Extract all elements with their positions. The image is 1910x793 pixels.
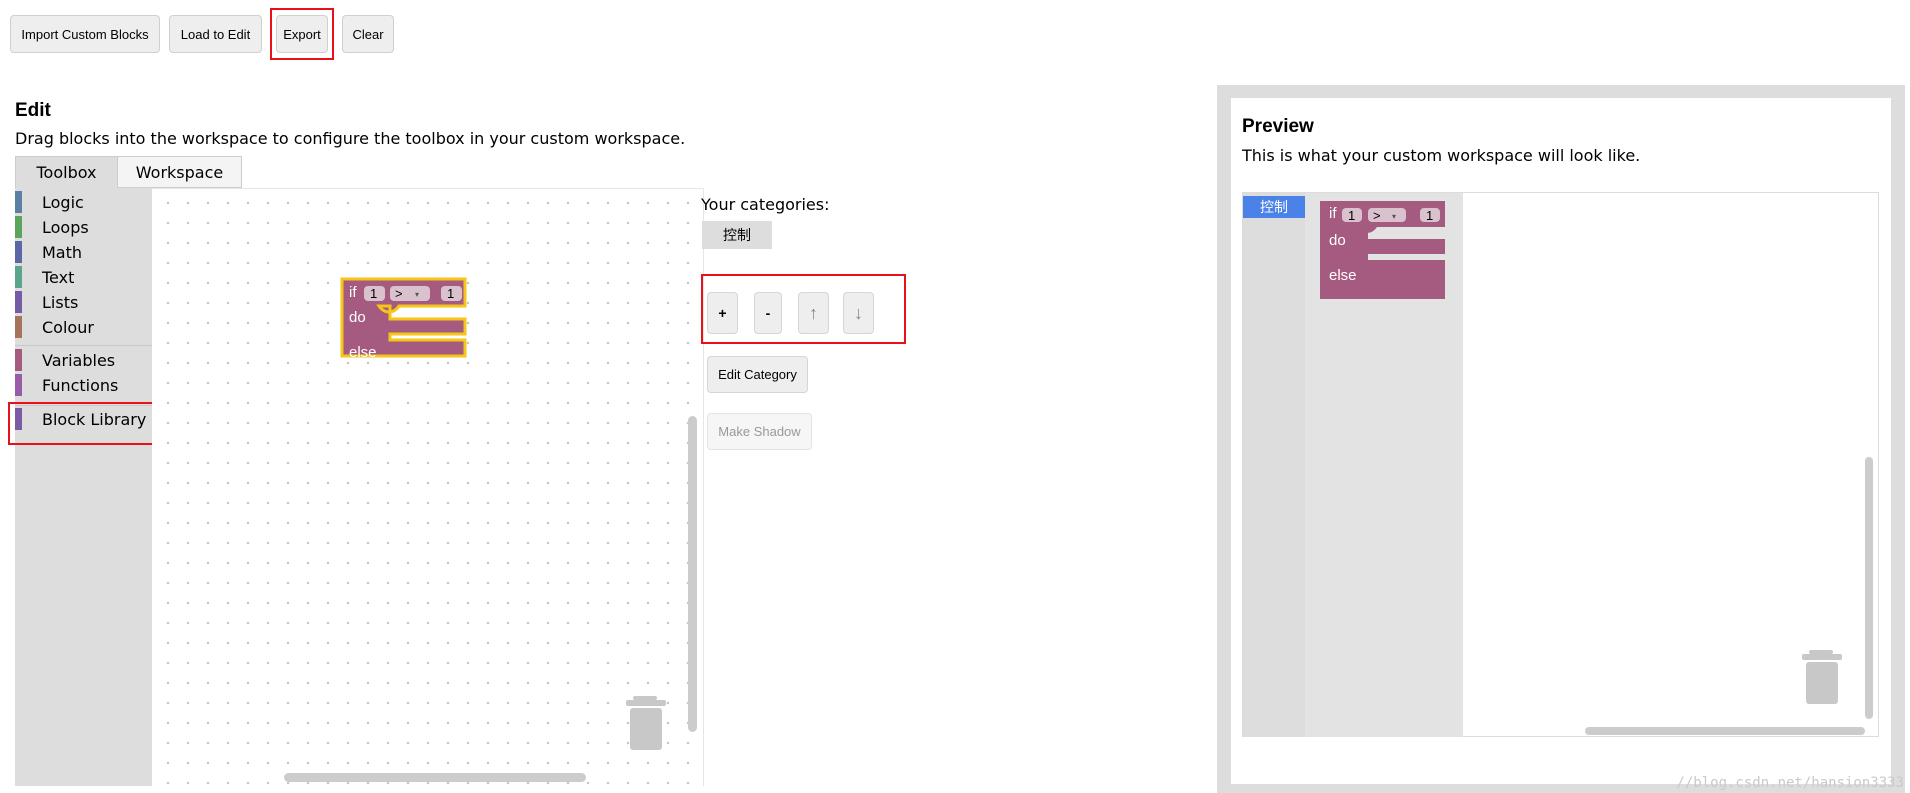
toolbox-separator — [15, 345, 152, 346]
dropdown-arrow-icon: ▾ — [1392, 212, 1396, 221]
category-label: Logic — [42, 192, 84, 212]
remove-category-button[interactable]: - — [754, 292, 782, 334]
preview-workspace[interactable]: 控制 if 1 > ▾ 1 do else — [1242, 192, 1879, 737]
tab-toolbox[interactable]: Toolbox — [15, 156, 118, 188]
your-categories-label: Your categories: — [701, 195, 830, 214]
preview-if-label: if — [1329, 205, 1337, 222]
preview-else-label: else — [1329, 267, 1357, 284]
export-button[interactable]: Export — [276, 15, 328, 53]
category-label: Functions — [42, 375, 119, 395]
edit-workspace[interactable]: if 1 > ▾ 1 do else — [152, 188, 704, 786]
toolbox-category-block-library[interactable]: Block Library — [15, 408, 152, 430]
category-label: Math — [42, 242, 83, 262]
toolbox-category-variables[interactable]: Variables — [15, 349, 152, 371]
watermark: //blog.csdn.net/hansion3333 — [1676, 775, 1904, 791]
toolbox-separator — [15, 405, 152, 406]
preview-vertical-scrollbar[interactable] — [1865, 457, 1873, 719]
category-label: Colour — [42, 317, 94, 337]
category-label: Block Library — [42, 409, 147, 429]
category-color-swatch — [15, 191, 22, 213]
if-label: if — [349, 284, 357, 301]
add-category-button[interactable]: + — [707, 292, 738, 334]
preview-left-value: 1 — [1348, 208, 1355, 223]
category-color-swatch — [15, 266, 22, 288]
import-custom-blocks-button[interactable]: Import Custom Blocks — [10, 15, 160, 53]
category-color-swatch — [15, 316, 22, 338]
category-label: Lists — [42, 292, 79, 312]
trash-can-icon[interactable] — [623, 696, 669, 754]
preview-description: This is what your custom workspace will … — [1242, 146, 1641, 165]
category-chip-selected[interactable]: 控制 — [702, 221, 772, 249]
preview-toolbox: 控制 — [1243, 193, 1305, 737]
toolbox-category-loops[interactable]: Loops — [15, 216, 152, 238]
move-down-button[interactable]: ↓ — [843, 292, 874, 334]
preview-right-value: 1 — [1426, 208, 1433, 223]
preview-operator: > — [1373, 208, 1381, 223]
toolbox-panel: Logic Loops Math Text Lists Colour Varia… — [15, 188, 152, 786]
edit-category-button[interactable]: Edit Category — [707, 356, 808, 393]
preview-if-else-block[interactable]: if 1 > ▾ 1 do else — [1320, 201, 1448, 301]
category-label: Text — [42, 267, 75, 287]
toolbox-category-colour[interactable]: Colour — [15, 316, 152, 338]
if-else-block[interactable]: if 1 > ▾ 1 do else — [339, 276, 469, 376]
edit-description: Drag blocks into the workspace to config… — [15, 129, 686, 148]
toolbox-category-text[interactable]: Text — [15, 266, 152, 288]
toolbox-category-logic[interactable]: Logic — [15, 191, 152, 213]
category-label: Loops — [42, 217, 89, 237]
category-color-swatch — [15, 241, 22, 263]
toolbox-category-functions[interactable]: Functions — [15, 374, 152, 396]
category-label: Variables — [42, 350, 116, 370]
clear-button[interactable]: Clear — [342, 15, 394, 53]
category-color-swatch — [15, 349, 22, 371]
right-value: 1 — [447, 286, 454, 301]
load-to-edit-button[interactable]: Load to Edit — [169, 15, 262, 53]
left-value: 1 — [370, 286, 377, 301]
workspace-vertical-scrollbar[interactable] — [688, 416, 697, 732]
make-shadow-button: Make Shadow — [707, 413, 812, 450]
move-up-button[interactable]: ↑ — [798, 292, 829, 334]
edit-title: Edit — [15, 100, 51, 121]
category-color-swatch — [15, 408, 22, 430]
preview-horizontal-scrollbar[interactable] — [1585, 727, 1865, 735]
toolbox-category-lists[interactable]: Lists — [15, 291, 152, 313]
do-label: do — [349, 309, 366, 326]
category-color-swatch — [15, 291, 22, 313]
preview-category-kongzhi[interactable]: 控制 — [1243, 196, 1305, 218]
dropdown-arrow-icon: ▾ — [415, 290, 419, 299]
operator-dropdown: > — [395, 286, 403, 301]
category-color-swatch — [15, 216, 22, 238]
else-label: else — [349, 344, 377, 361]
tab-workspace[interactable]: Workspace — [117, 156, 242, 188]
preview-do-label: do — [1329, 232, 1346, 249]
preview-title: Preview — [1242, 116, 1314, 137]
toolbox-category-math[interactable]: Math — [15, 241, 152, 263]
preview-flyout: if 1 > ▾ 1 do else — [1305, 193, 1463, 737]
workspace-horizontal-scrollbar[interactable] — [284, 773, 586, 782]
preview-trash-can-icon[interactable] — [1800, 650, 1844, 706]
category-color-swatch — [15, 374, 22, 396]
